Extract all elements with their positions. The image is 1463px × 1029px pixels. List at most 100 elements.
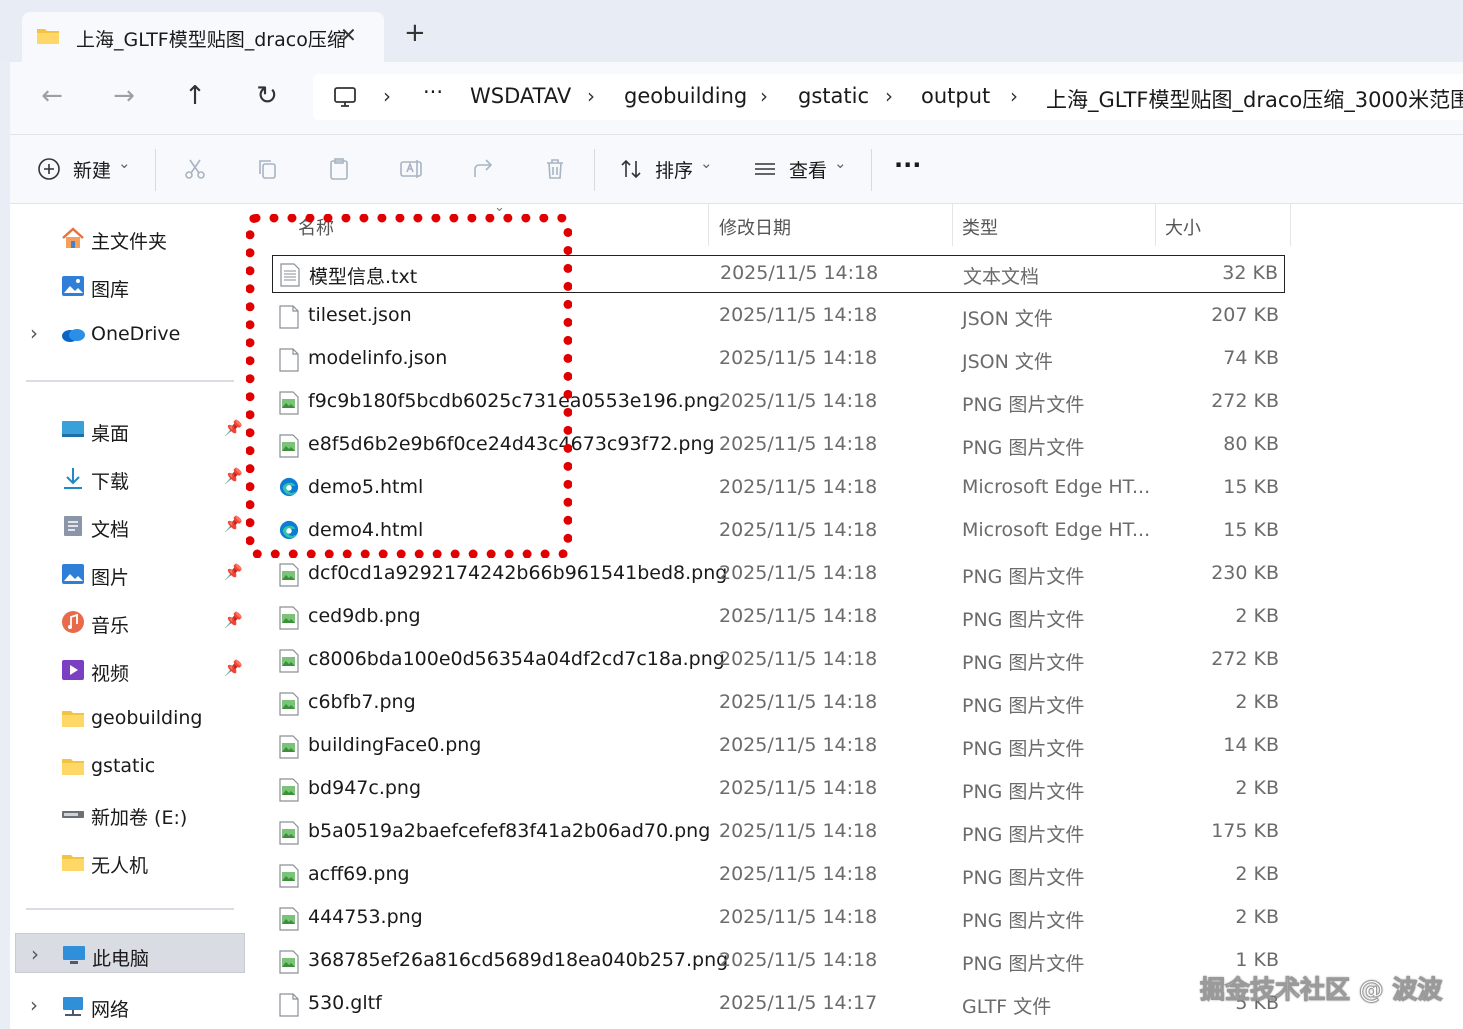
chevron-right-icon[interactable]: › [760,84,768,108]
sidebar-item-drive-e[interactable]: 新加卷 (E:) [10,793,245,833]
chevron-right-icon[interactable]: › [30,993,38,1017]
file-row[interactable]: 444753.png 2025/11/5 14:18 PNG 图片文件 2 KB [272,900,1285,938]
more-options-button[interactable]: ··· [894,151,921,179]
breadcrumb-overflow[interactable]: ··· [423,80,443,104]
pin-icon[interactable]: 📌 [224,467,243,485]
file-row[interactable]: demo4.html 2025/11/5 14:18 Microsoft Edge … [272,513,1285,551]
rename-icon[interactable] [399,157,423,181]
file-type: PNG 图片文件 [962,566,1085,588]
tab-current-folder[interactable]: 上海_GLTF模型贴图_draco压缩 ✕ [22,12,384,62]
breadcrumb-output[interactable]: output [921,84,990,108]
sort-button[interactable]: 排序 [655,156,693,183]
sidebar-item-drone[interactable]: 无人机 [10,841,245,881]
file-row[interactable]: 368785ef26a816cd5689d18ea040b257.png 2025… [272,943,1285,981]
pin-icon[interactable]: 📌 [224,659,243,677]
sidebar-item-desktop[interactable]: 桌面 📌 [10,409,245,449]
onedrive-cloud-icon [62,329,85,342]
edge-browser-icon [279,520,299,544]
close-tab-icon[interactable]: ✕ [340,23,357,47]
sidebar-item-pictures[interactable]: 图片 📌 [10,553,245,593]
file-name: ced9db.png [308,605,421,627]
sidebar-item-documents[interactable]: 文档 📌 [10,505,245,545]
sidebar-item-label: gstatic [91,755,156,777]
sidebar-item-downloads[interactable]: 下载 📌 [10,457,245,497]
up-button[interactable]: ↑ [177,78,213,114]
breadcrumb-gstatic[interactable]: gstatic [798,84,869,108]
pin-icon[interactable]: 📌 [224,515,243,533]
sidebar-item-this-pc[interactable]: › 此电脑 [15,933,245,973]
sidebar-item-videos[interactable]: 视频 📌 [10,649,245,689]
breadcrumb-current-folder[interactable]: 上海_GLTF模型贴图_draco压缩_3000米范围分 [1046,84,1463,114]
download-icon [64,468,82,489]
breadcrumb-geobuilding[interactable]: geobuilding [624,84,747,108]
file-size: 2 KB [1235,777,1279,799]
sidebar-item-home[interactable]: 主文件夹 [10,217,245,257]
chevron-down-icon[interactable]: ⌄ [834,154,847,172]
cut-icon[interactable] [183,157,207,181]
delete-icon[interactable] [543,157,567,181]
sidebar-item-gallery[interactable]: 图库 [10,265,245,305]
file-row[interactable]: ced9db.png 2025/11/5 14:18 PNG 图片文件 2 KB [272,599,1285,637]
image-file-icon [279,606,299,630]
view-button[interactable]: 查看 [789,156,827,183]
chevron-down-icon[interactable]: ⌄ [118,154,131,172]
file-row[interactable]: demo5.html 2025/11/5 14:18 Microsoft Edge … [272,470,1285,508]
column-separator[interactable] [1155,204,1156,246]
sidebar-item-geobuilding[interactable]: geobuilding [10,697,245,737]
sidebar-item-onedrive[interactable]: › OneDrive [10,313,245,353]
chevron-right-icon[interactable]: › [1010,84,1018,108]
file-name: tileset.json [308,304,412,326]
pin-icon[interactable]: 📌 [224,611,243,629]
file-row[interactable]: b5a0519a2baefcefef83f41a2b06ad70.png 2025… [272,814,1285,852]
home-icon [62,227,84,248]
file-name: acff69.png [308,863,410,885]
file-row[interactable]: f9c9b180f5bcdb6025c731ea0553e196.png 2025… [272,384,1285,422]
share-icon[interactable] [471,157,495,181]
file-row[interactable]: 模型信息.txt 2025/11/5 14:18 文本文档 32 KB [272,255,1285,293]
file-row[interactable]: c8006bda100e0d56354a04df2cd7c18a.png 2025… [272,642,1285,680]
column-separator[interactable] [708,204,709,246]
forward-button[interactable]: → [106,78,142,114]
chevron-right-icon[interactable]: › [30,321,38,345]
chevron-right-icon[interactable]: › [885,84,893,108]
column-separator[interactable] [952,204,953,246]
sidebar-item-label: 图片 [91,567,130,589]
column-header-size[interactable]: 大小 [1165,214,1201,240]
file-row[interactable]: 530.gltf 2025/11/5 14:17 GLTF 文件 5 KB [272,986,1285,1024]
new-tab-button[interactable]: + [404,18,426,48]
file-row[interactable]: bd947c.png 2025/11/5 14:18 PNG 图片文件 2 KB [272,771,1285,809]
file-row[interactable]: dcf0cd1a9292174242b66b961541bed8.png 2025… [272,556,1285,594]
chevron-down-icon[interactable]: ⌄ [700,154,713,172]
file-row[interactable]: buildingFace0.png 2025/11/5 14:18 PNG 图片文件… [272,728,1285,766]
column-separator[interactable] [1290,204,1291,246]
pin-icon[interactable]: 📌 [224,563,243,581]
file-size: 2 KB [1235,906,1279,928]
back-button[interactable]: ← [34,78,70,114]
file-row[interactable]: c6bfb7.png 2025/11/5 14:18 PNG 图片文件 2 KB [272,685,1285,723]
paste-icon[interactable] [327,157,351,181]
chevron-right-icon[interactable]: › [383,84,391,108]
sidebar-item-network[interactable]: › 网络 [10,985,245,1025]
file-size: 272 KB [1211,648,1279,670]
breadcrumb-wsdatav[interactable]: WSDATAV [470,84,571,108]
chevron-right-icon[interactable]: › [587,84,595,108]
refresh-button[interactable]: ↻ [249,78,285,114]
column-header-date[interactable]: 修改日期 [719,214,791,240]
column-header-name[interactable]: 名称 [298,214,334,240]
file-row[interactable]: modelinfo.json 2025/11/5 14:18 JSON 文件 74 K… [272,341,1285,379]
column-header-type[interactable]: 类型 [962,214,998,240]
sidebar-item-gstatic[interactable]: gstatic [10,745,245,785]
sidebar-item-music[interactable]: 音乐 📌 [10,601,245,641]
file-size: 175 KB [1211,820,1279,842]
file-row[interactable]: e8f5d6b2e9b6f0ce24d43c4673c93f72.png 2025… [272,427,1285,465]
new-button[interactable]: 新建 [73,156,111,183]
copy-icon[interactable] [255,157,279,181]
file-row[interactable]: acff69.png 2025/11/5 14:18 PNG 图片文件 2 KB [272,857,1285,895]
file-size: 80 KB [1223,433,1279,455]
pin-icon[interactable]: 📌 [224,419,243,437]
chevron-right-icon[interactable]: › [31,942,39,966]
file-row[interactable]: tileset.json 2025/11/5 14:18 JSON 文件 207 KB [272,298,1285,336]
file-modified-date: 2025/11/5 14:18 [719,949,878,971]
sidebar-item-label: 网络 [91,999,130,1021]
address-bar[interactable]: › ··· WSDATAV › geobuilding › gstatic › … [313,74,1463,120]
